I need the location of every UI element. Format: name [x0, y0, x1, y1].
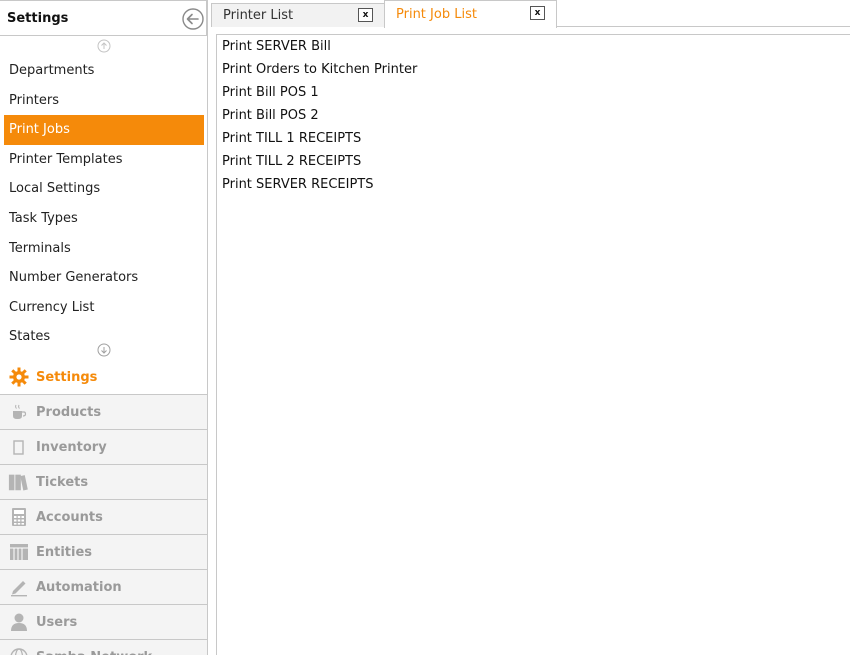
tab-bar: Printer List x Print Job List x — [211, 0, 850, 28]
section-label: Automation — [36, 579, 122, 595]
sidebar-item-number-generators[interactable]: Number Generators — [4, 263, 204, 293]
sidebar-item-local-settings[interactable]: Local Settings — [4, 174, 204, 204]
sidebar-item-printers[interactable]: Printers — [4, 86, 204, 116]
box-icon — [8, 437, 30, 457]
navigation-sections: Settings Products Inventory Tickets Accounts… — [0, 360, 207, 655]
books-icon — [8, 472, 30, 492]
section-users[interactable]: Users — [0, 605, 207, 640]
sidebar-header: Settings — [0, 0, 207, 36]
section-products[interactable]: Products — [0, 395, 207, 430]
section-label: Entities — [36, 544, 93, 560]
calculator-icon — [8, 507, 30, 527]
sidebar: Settings Departments Printers Print Jobs Pr… — [0, 0, 208, 655]
section-label: Products — [36, 404, 102, 420]
tab-label: Print Job List — [396, 7, 477, 22]
list-item[interactable]: Print TILL 2 RECEIPTS — [217, 150, 850, 173]
sidebar-item-terminals[interactable]: Terminals — [4, 234, 204, 264]
tab-printer-list[interactable]: Printer List x — [211, 3, 385, 27]
section-label: Samba Network — [36, 650, 152, 655]
section-label: Tickets — [36, 474, 89, 490]
sidebar-item-currency-list[interactable]: Currency List — [4, 293, 204, 323]
close-icon[interactable]: x — [358, 8, 373, 22]
section-inventory[interactable]: Inventory — [0, 430, 207, 465]
section-label: Settings — [36, 369, 98, 385]
tab-print-job-list[interactable]: Print Job List x — [384, 0, 557, 28]
sidebar-item-departments[interactable]: Departments — [4, 56, 204, 86]
section-settings[interactable]: Settings — [0, 360, 207, 395]
section-samba-network[interactable]: Samba Network — [0, 640, 207, 655]
grid-icon — [8, 542, 30, 562]
sidebar-item-task-types[interactable]: Task Types — [4, 204, 204, 234]
section-automation[interactable]: Automation — [0, 570, 207, 605]
close-icon[interactable]: x — [530, 6, 545, 20]
settings-item-list: Departments Printers Print Jobs Printer Tem… — [4, 56, 204, 340]
content-area: Printer List x Print Job List x Print SE… — [211, 0, 850, 655]
sidebar-title: Settings — [7, 10, 69, 26]
list-item[interactable]: Print TILL 1 RECEIPTS — [217, 127, 850, 150]
user-icon — [8, 612, 30, 632]
list-item[interactable]: Print SERVER Bill — [217, 35, 850, 58]
section-label: Inventory — [36, 439, 107, 455]
list-item[interactable]: Print Orders to Kitchen Printer — [217, 58, 850, 81]
pencil-icon — [8, 577, 30, 597]
scroll-up-icon[interactable] — [97, 39, 111, 53]
list-item[interactable]: Print Bill POS 2 — [217, 104, 850, 127]
coffee-cup-icon — [8, 402, 30, 422]
section-entities[interactable]: Entities — [0, 535, 207, 570]
section-label: Users — [36, 614, 78, 630]
print-job-list: Print SERVER Bill Print Orders to Kitchen… — [216, 34, 850, 655]
sidebar-item-printer-templates[interactable]: Printer Templates — [4, 145, 204, 175]
back-arrow-icon[interactable] — [182, 8, 204, 30]
scroll-down-icon[interactable] — [97, 343, 111, 357]
section-tickets[interactable]: Tickets — [0, 465, 207, 500]
gear-icon — [8, 367, 30, 387]
list-item[interactable]: Print SERVER RECEIPTS — [217, 173, 850, 196]
sidebar-item-print-jobs[interactable]: Print Jobs — [4, 115, 204, 145]
tab-label: Printer List — [223, 8, 294, 23]
list-item[interactable]: Print Bill POS 1 — [217, 81, 850, 104]
section-accounts[interactable]: Accounts — [0, 500, 207, 535]
globe-icon — [8, 647, 30, 655]
sidebar-item-states[interactable]: States — [4, 322, 204, 340]
section-label: Accounts — [36, 509, 103, 525]
